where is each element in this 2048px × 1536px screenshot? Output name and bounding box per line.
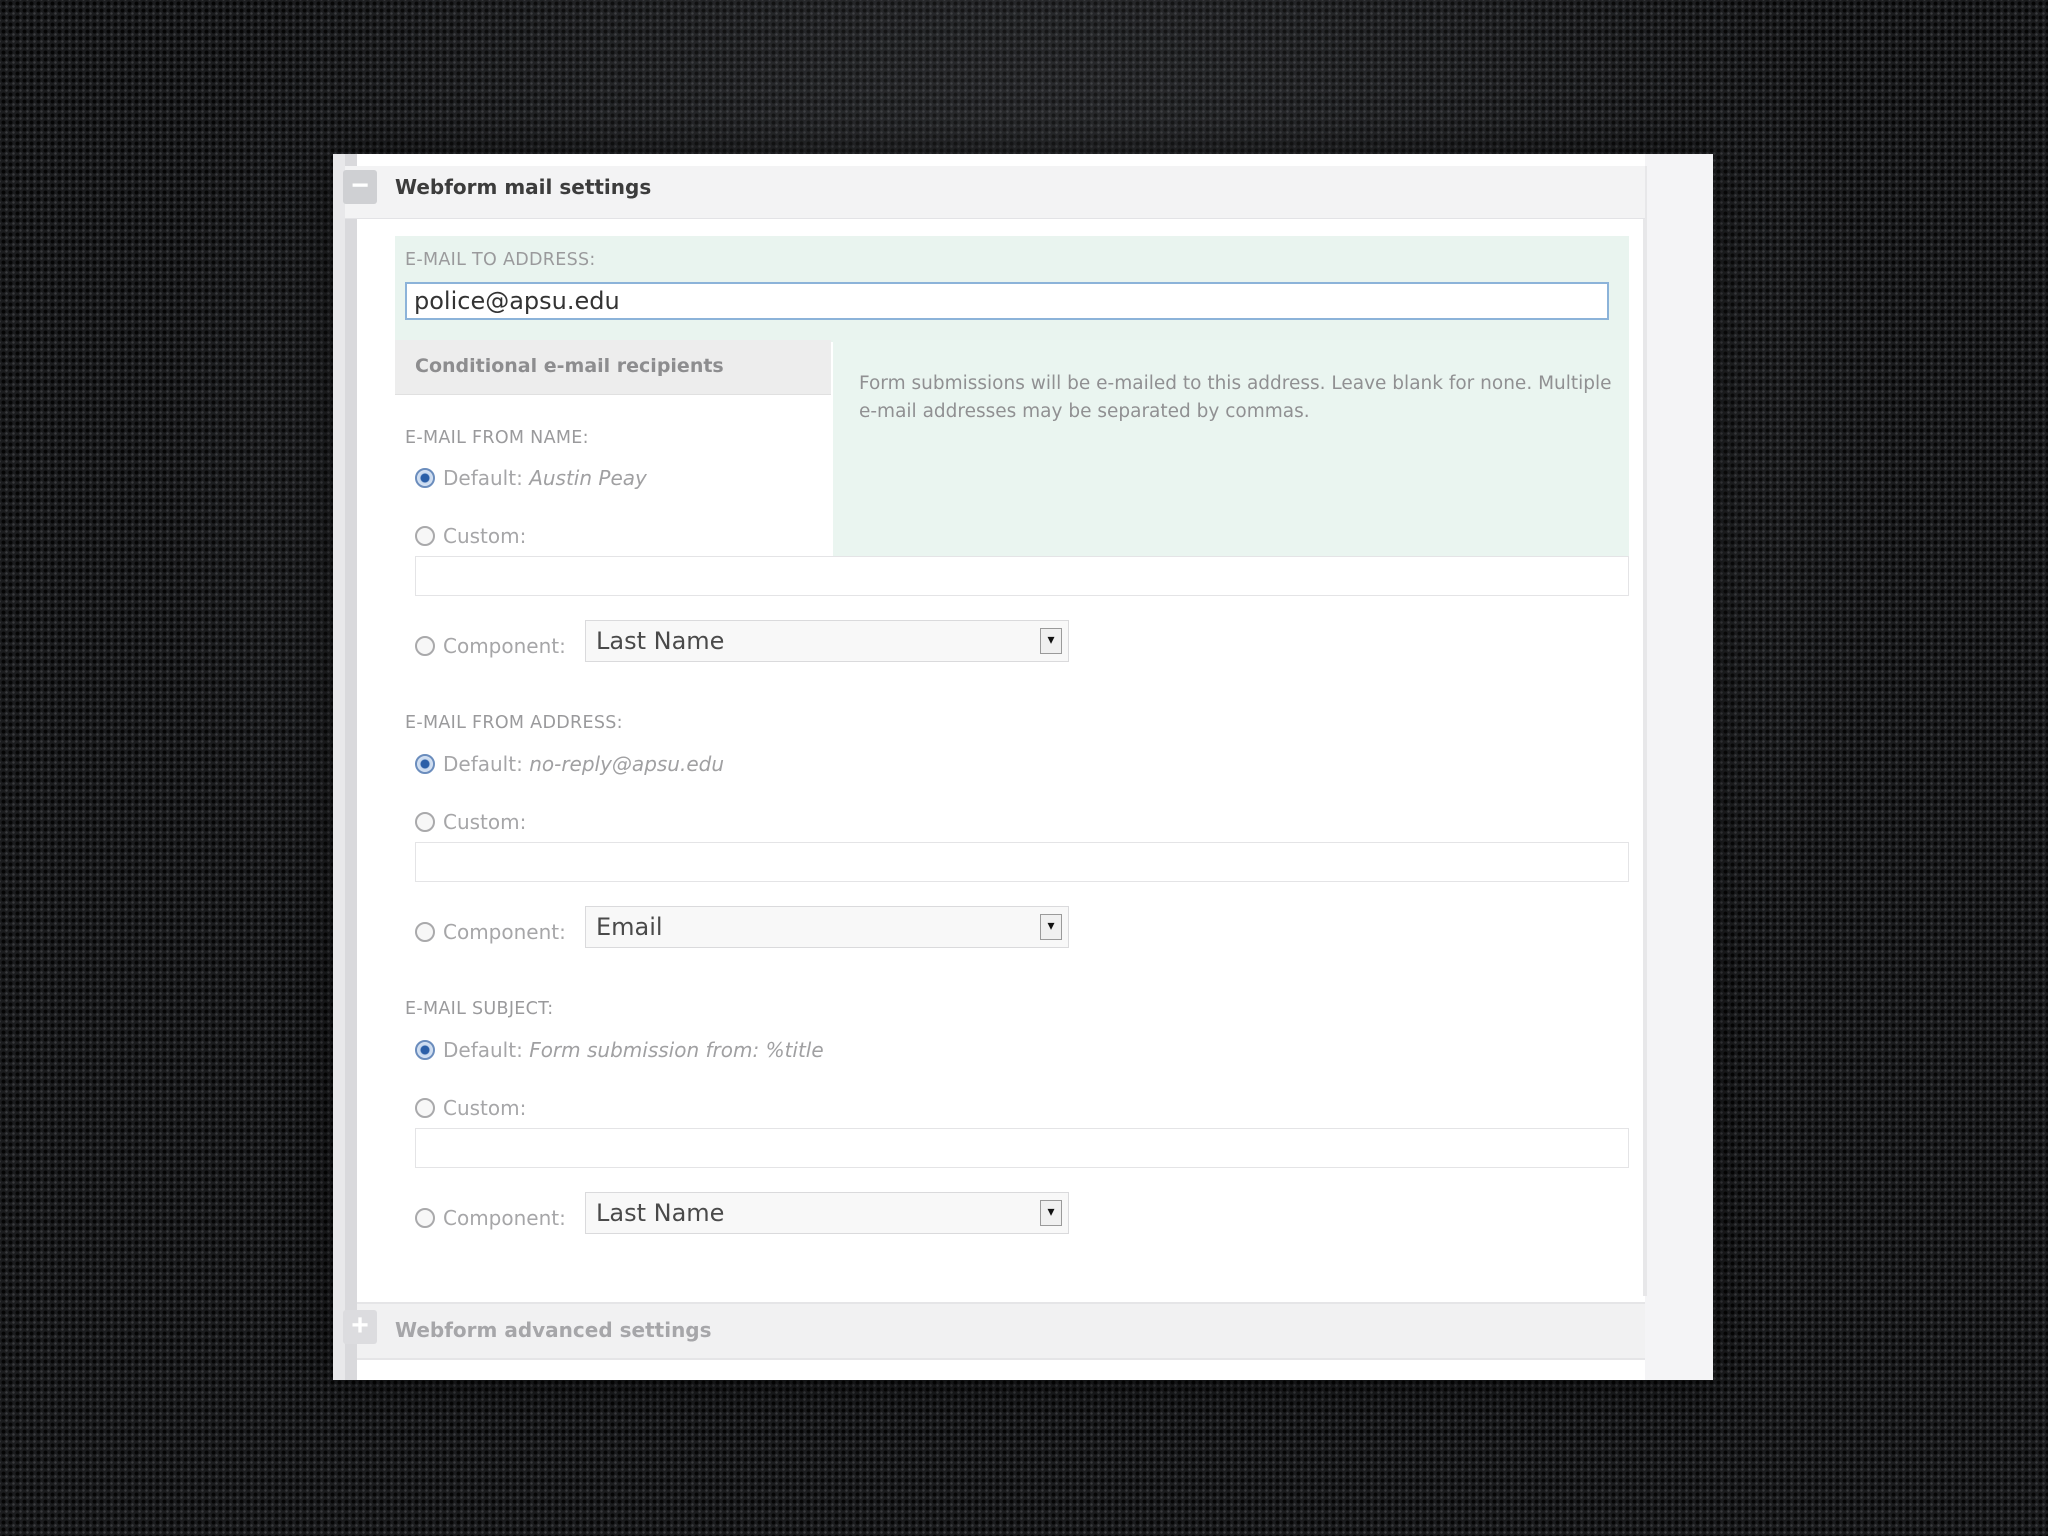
subject-custom-label[interactable]: Custom: (443, 1096, 526, 1120)
conditional-recipients-label: Conditional e-mail recipients (415, 355, 724, 377)
subject-default-option[interactable]: Default: Form submission from: %title (443, 1038, 824, 1062)
from-name-custom-input[interactable] (415, 556, 1629, 596)
from-name-component-select[interactable]: Last Name ▾ (585, 620, 1069, 662)
subject-component-select[interactable]: Last Name ▾ (585, 1192, 1069, 1234)
email-to-label: E-MAIL TO ADDRESS: (405, 250, 596, 270)
from-name-component-label[interactable]: Component: (443, 634, 566, 658)
subject-custom-input[interactable] (415, 1128, 1629, 1168)
panel-gutter-line (345, 154, 357, 1380)
from-name-label: E-MAIL FROM NAME: (405, 428, 589, 448)
subject-custom-radio[interactable] (415, 1098, 435, 1118)
from-address-component-radio[interactable] (415, 922, 435, 942)
expand-icon[interactable]: + (343, 1310, 377, 1344)
from-address-custom-radio[interactable] (415, 812, 435, 832)
from-address-label: E-MAIL FROM ADDRESS: (405, 713, 623, 733)
subject-component-label[interactable]: Component: (443, 1206, 566, 1230)
from-address-component-label[interactable]: Component: (443, 920, 566, 944)
from-address-default-value: no-reply@apsu.edu (529, 752, 725, 776)
from-address-custom-input[interactable] (415, 842, 1629, 882)
from-address-component-value: Email (596, 913, 663, 941)
from-address-default-radio[interactable] (415, 754, 435, 774)
dropdown-arrow-icon[interactable]: ▾ (1040, 628, 1062, 654)
from-name-default-option[interactable]: Default: Austin Peay (443, 466, 647, 490)
from-address-component-select[interactable]: Email ▾ (585, 906, 1069, 948)
from-name-default-label: Default: (443, 466, 523, 490)
subject-component-radio[interactable] (415, 1208, 435, 1228)
subject-component-value: Last Name (596, 1199, 725, 1227)
from-name-default-radio[interactable] (415, 468, 435, 488)
advanced-settings-legend[interactable]: Webform advanced settings (395, 1318, 712, 1342)
subject-default-value: Form submission from: %title (529, 1038, 824, 1062)
conditional-recipients-tab[interactable]: Conditional e-mail recipients (395, 340, 831, 395)
subject-default-label: Default: (443, 1038, 523, 1062)
from-address-default-label: Default: (443, 752, 523, 776)
collapse-icon[interactable]: − (343, 170, 377, 204)
dropdown-arrow-icon[interactable]: ▾ (1040, 1200, 1062, 1226)
dropdown-arrow-icon[interactable]: ▾ (1040, 914, 1062, 940)
fieldset-right-border (1643, 166, 1647, 1296)
panel-gutter (333, 154, 345, 1380)
email-to-input[interactable]: police@apsu.edu (405, 282, 1609, 320)
from-name-component-radio[interactable] (415, 636, 435, 656)
webform-settings-panel: − Webform mail settings E-MAIL TO ADDRES… (333, 154, 1713, 1380)
from-address-default-option[interactable]: Default: no-reply@apsu.edu (443, 752, 724, 776)
subject-default-radio[interactable] (415, 1040, 435, 1060)
mail-settings-legend[interactable]: Webform mail settings (395, 175, 651, 199)
subject-label: E-MAIL SUBJECT: (405, 999, 554, 1019)
from-address-custom-label[interactable]: Custom: (443, 810, 526, 834)
from-name-custom-radio[interactable] (415, 526, 435, 546)
email-to-value: police@apsu.edu (414, 287, 620, 315)
description-box: Form submissions will be e-mailed to thi… (833, 340, 1629, 592)
from-name-custom-label[interactable]: Custom: (443, 524, 526, 548)
from-name-component-value: Last Name (596, 627, 725, 655)
from-name-default-value: Austin Peay (529, 466, 647, 490)
email-to-description: Form submissions will be e-mailed to thi… (859, 373, 1612, 422)
